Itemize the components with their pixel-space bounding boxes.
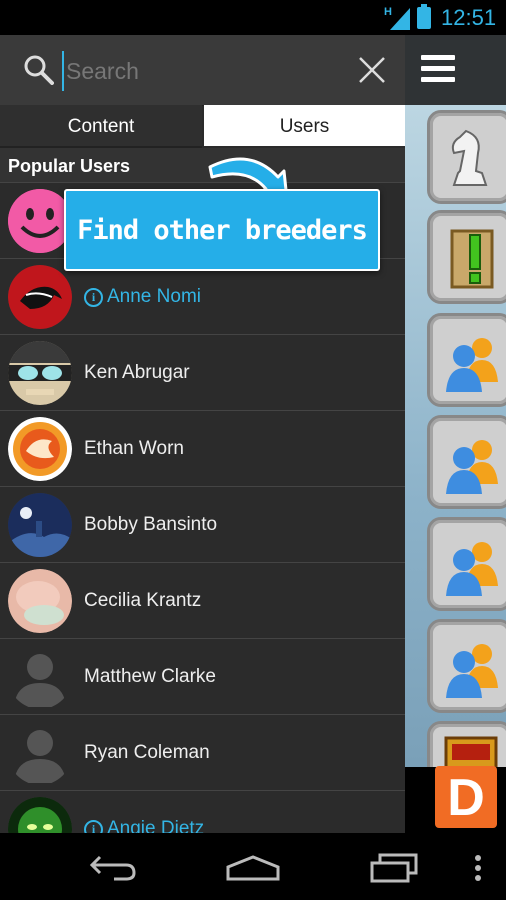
avatar	[8, 721, 72, 785]
default-person-icon	[14, 654, 66, 707]
back-icon[interactable]	[88, 853, 136, 881]
user-name: Ryan Coleman	[84, 742, 210, 763]
dragon-avatar-icon	[8, 417, 72, 481]
friends-button[interactable]	[427, 415, 506, 509]
navigation-drawer: Content Users Popular Users	[0, 35, 405, 833]
search-bar	[0, 35, 405, 106]
friends-icon	[446, 644, 498, 698]
user-list: i Anne Nomi Ken Abrugar Ethan Worn Bobby…	[0, 183, 405, 833]
user-name: Anne Nomi	[107, 286, 201, 307]
quest-scroll-icon	[450, 229, 494, 289]
menu-icon[interactable]	[421, 55, 455, 83]
app-badge[interactable]: D	[435, 766, 497, 828]
avatar	[8, 417, 72, 481]
quests-button[interactable]	[427, 210, 506, 304]
default-person-icon	[14, 730, 66, 783]
tab-users[interactable]: Users	[204, 105, 405, 146]
user-name-link[interactable]: i Anne Nomi	[84, 286, 201, 308]
clear-search-icon[interactable]	[356, 54, 388, 86]
status-bar: H 12:51	[0, 0, 506, 35]
friends-icon	[446, 542, 498, 596]
list-item[interactable]: i Angie Dietz	[0, 791, 405, 833]
user-name: Cecilia Krantz	[84, 590, 202, 611]
list-item[interactable]: Cecilia Krantz	[0, 563, 405, 639]
friends-button[interactable]	[427, 517, 506, 611]
user-name: Angie Dietz	[107, 818, 205, 833]
avatar	[8, 341, 72, 405]
clock: 12:51	[441, 5, 497, 30]
user-name: Ethan Worn	[84, 438, 184, 459]
avatar	[8, 265, 72, 329]
tooltip-text: Find other breeders	[77, 215, 368, 246]
photo-avatar-icon	[8, 569, 72, 633]
friends-icon	[446, 338, 498, 392]
info-icon: i	[84, 288, 103, 307]
list-item[interactable]: Matthew Clarke	[0, 639, 405, 715]
section-title: Popular Users	[8, 156, 131, 176]
avatar	[8, 645, 72, 709]
avatar	[8, 797, 72, 833]
signal-icon	[390, 8, 410, 30]
info-icon: i	[84, 820, 103, 833]
night-scene-avatar-icon	[8, 493, 72, 557]
user-name: Bobby Bansinto	[84, 514, 218, 535]
user-name: Ken Abrugar	[84, 362, 190, 383]
chess-knight-button[interactable]	[427, 110, 506, 204]
search-icon[interactable]	[22, 53, 54, 85]
friends-button[interactable]	[427, 619, 506, 713]
search-input[interactable]	[62, 51, 348, 91]
tab-content[interactable]: Content	[0, 105, 202, 148]
home-icon[interactable]	[226, 855, 280, 881]
avatar	[8, 189, 72, 253]
user-name: Matthew Clarke	[84, 666, 216, 687]
friends-button[interactable]	[427, 313, 506, 407]
user-name-link[interactable]: i Angie Dietz	[84, 818, 204, 833]
list-item[interactable]: Ethan Worn	[0, 411, 405, 487]
game-side-panel: D	[405, 35, 506, 833]
recent-apps-icon[interactable]	[370, 853, 420, 883]
tab-bar: Content Users	[0, 105, 405, 148]
list-item[interactable]: Ryan Coleman	[0, 715, 405, 791]
monster-avatar-icon	[8, 797, 72, 833]
chess-knight-icon	[451, 129, 488, 186]
overflow-menu-icon[interactable]	[474, 855, 482, 881]
ninja-avatar-icon	[8, 341, 72, 405]
horse-avatar-icon	[8, 265, 72, 329]
battery-icon	[417, 4, 431, 29]
list-item[interactable]: Ken Abrugar	[0, 335, 405, 411]
badge-letter: D	[447, 769, 485, 827]
avatar	[8, 493, 72, 557]
onboarding-tooltip[interactable]: Find other breeders	[64, 189, 380, 271]
avatar	[8, 569, 72, 633]
list-item[interactable]: Bobby Bansinto	[0, 487, 405, 563]
smiley-icon	[8, 189, 72, 253]
system-nav-bar	[0, 833, 506, 900]
friends-icon	[446, 440, 498, 494]
